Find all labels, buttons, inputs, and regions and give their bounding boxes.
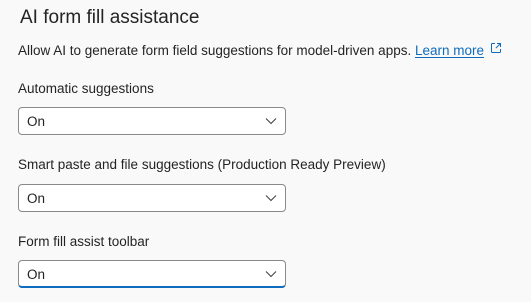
form-fill-toolbar-value: On: [27, 267, 46, 282]
form-fill-toolbar-label: Form fill assist toolbar: [18, 234, 150, 249]
section-title: AI form fill assistance: [20, 7, 200, 28]
automatic-suggestions-label: Automatic suggestions: [18, 81, 154, 96]
external-link-icon[interactable]: [490, 42, 502, 54]
ai-form-fill-settings-panel: AI form fill assistance Allow AI to gene…: [0, 0, 531, 302]
chevron-down-icon: [265, 195, 277, 202]
smart-paste-value: On: [27, 191, 46, 206]
section-description: Allow AI to generate form field suggesti…: [18, 42, 502, 60]
smart-paste-dropdown[interactable]: On: [18, 184, 286, 212]
form-fill-toolbar-dropdown[interactable]: On: [18, 260, 286, 288]
description-text: Allow AI to generate form field suggesti…: [18, 43, 412, 58]
automatic-suggestions-value: On: [27, 114, 46, 129]
automatic-suggestions-dropdown[interactable]: On: [18, 107, 286, 135]
chevron-down-icon: [265, 118, 277, 125]
chevron-down-icon: [265, 271, 277, 278]
smart-paste-label: Smart paste and file suggestions (Produc…: [18, 157, 386, 172]
learn-more-link[interactable]: Learn more: [415, 43, 484, 58]
